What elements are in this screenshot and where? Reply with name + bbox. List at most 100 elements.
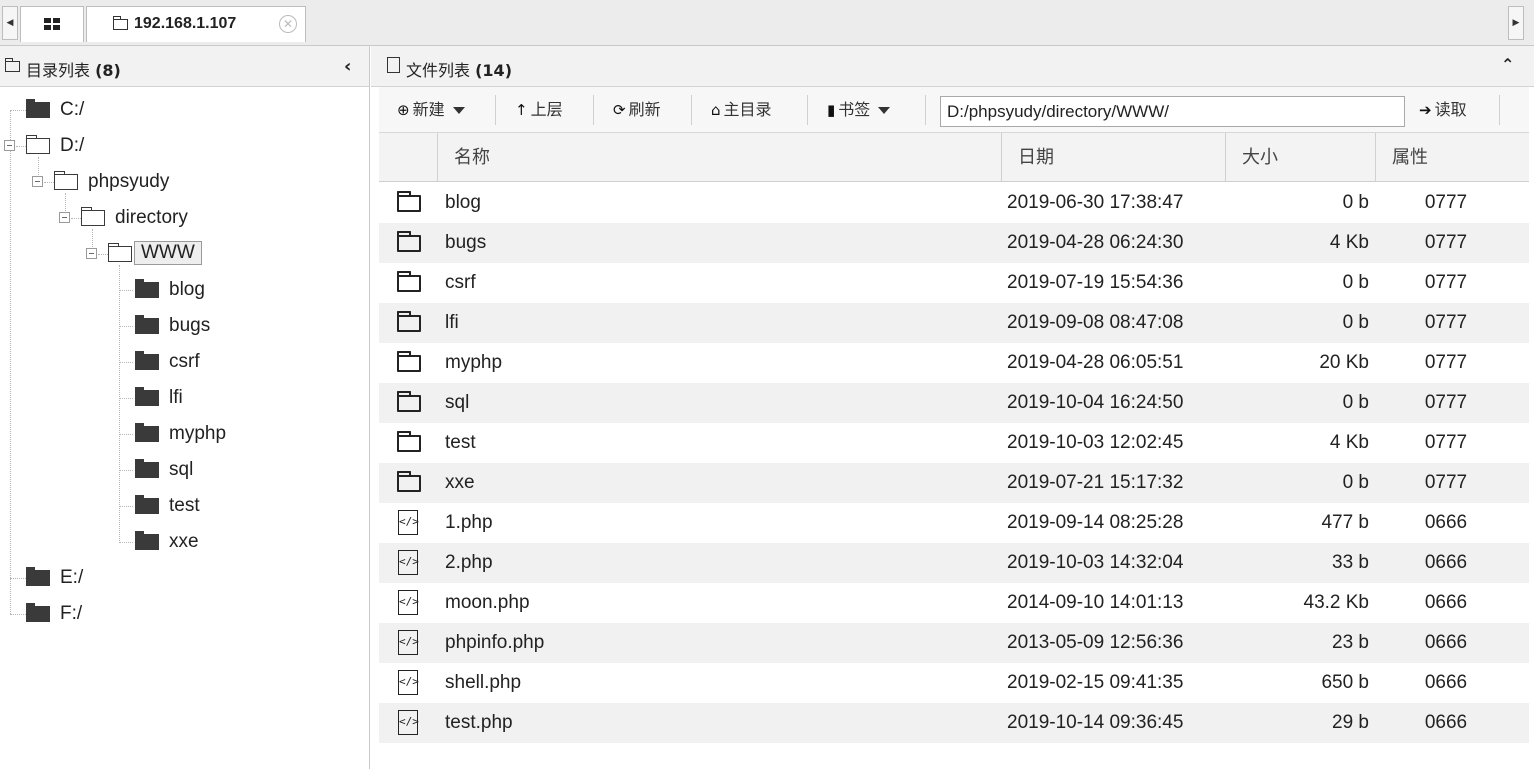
folder-icon <box>135 495 159 514</box>
tree-item-label: E:/ <box>60 567 84 588</box>
collapse-panel-button[interactable]: ‹ <box>344 56 351 77</box>
directory-panel-header: 目录列表 (8) ‹ <box>0 46 369 87</box>
file-row[interactable]: </> 2.php 2019-10-03 14:32:04 33 b 0666 <box>379 543 1529 583</box>
column-header-date[interactable]: 日期 <box>1001 133 1225 182</box>
tab-title: 192.168.1.107 <box>134 15 237 32</box>
file-date: 2019-10-03 14:32:04 <box>1007 552 1184 573</box>
folder-icon <box>26 567 50 586</box>
file-row[interactable]: sql 2019-10-04 16:24:50 0 b 0777 <box>379 383 1529 423</box>
tab-host[interactable]: 192.168.1.107 ✕ <box>86 6 306 42</box>
file-row[interactable]: xxe 2019-07-21 15:17:32 0 b 0777 <box>379 463 1529 503</box>
new-button[interactable]: ⊕ 新建 <box>397 95 465 125</box>
collapse-toggle-icon[interactable] <box>86 248 97 259</box>
tree-item-label: bugs <box>169 315 211 336</box>
home-dir-button[interactable]: ⌂ 主目录 <box>711 95 772 125</box>
file-list-panel: 文件列表 (14) ⌃ ⊕新建 ↑上层 ⟳刷新 ⌂主目录 ▮书签 ➔读取 名称 … <box>371 46 1534 769</box>
path-input[interactable] <box>940 96 1405 127</box>
new-button-label: 新建 <box>412 100 445 119</box>
collapse-toggle-icon[interactable] <box>4 140 15 151</box>
tree-item-c-drive[interactable]: C:/ <box>0 97 200 123</box>
file-attr: 0666 <box>1424 552 1468 573</box>
file-row[interactable]: </> test.php 2019-10-14 09:36:45 29 b 0666 <box>379 703 1529 743</box>
tree-item-label: csrf <box>169 351 200 372</box>
collapse-toggle-icon[interactable] <box>59 212 70 223</box>
up-level-label: 上层 <box>530 100 563 119</box>
file-name: xxe <box>445 472 475 493</box>
bookmark-button[interactable]: ▮ 书签 <box>827 95 891 125</box>
tree-item-e-drive[interactable]: E:/ <box>0 565 200 591</box>
tree-item-label: F:/ <box>60 603 83 624</box>
column-header-attr[interactable]: 属性 <box>1375 133 1529 182</box>
tree-item-f-drive[interactable]: F:/ <box>0 601 200 627</box>
file-row[interactable]: test 2019-10-03 12:02:45 4 Kb 0777 <box>379 423 1529 463</box>
file-row[interactable]: </> phpinfo.php 2013-05-09 12:56:36 23 b 066… <box>379 623 1529 663</box>
bookmark-label: 书签 <box>838 100 871 119</box>
file-attr: 0777 <box>1424 312 1468 333</box>
file-row[interactable]: lfi 2019-09-08 08:47:08 0 b 0777 <box>379 303 1529 343</box>
folder-icon <box>397 471 421 492</box>
tab-scroll-right-button[interactable]: ▶ <box>1508 6 1524 40</box>
file-size: 4 Kb <box>1329 432 1369 453</box>
file-date: 2019-06-30 17:38:47 <box>1007 192 1184 213</box>
folder-icon <box>397 351 421 372</box>
tree-item-csrf[interactable]: csrf <box>0 349 250 375</box>
tree-item-sql[interactable]: sql <box>0 457 250 483</box>
tree-item-label: myphp <box>169 423 227 444</box>
read-button[interactable]: ➔ 读取 <box>1419 95 1467 125</box>
tree-item-bugs[interactable]: bugs <box>0 313 250 339</box>
code-file-icon: </> <box>398 670 419 695</box>
column-header-size[interactable]: 大小 <box>1225 133 1375 182</box>
collapse-up-icon[interactable]: ⌃ <box>1501 55 1514 74</box>
file-size: 33 b <box>1332 552 1369 573</box>
up-level-button[interactable]: ↑ 上层 <box>515 95 563 125</box>
file-row[interactable]: </> moon.php 2014-09-10 14:01:13 43.2 Kb 066… <box>379 583 1529 623</box>
file-row[interactable]: csrf 2019-07-19 15:54:36 0 b 0777 <box>379 263 1529 303</box>
tree-item-lfi[interactable]: lfi <box>0 385 250 411</box>
refresh-button[interactable]: ⟳ 刷新 <box>613 95 661 125</box>
folder-open-icon <box>54 171 78 190</box>
file-icon <box>387 57 400 73</box>
tree-item-label: phpsyudy <box>88 171 170 192</box>
chevron-down-icon <box>452 107 465 114</box>
folder-icon <box>397 191 421 212</box>
tree-item-myphp[interactable]: myphp <box>0 421 250 447</box>
file-size: 0 b <box>1342 392 1369 413</box>
file-name: lfi <box>445 312 459 333</box>
tree-item-test[interactable]: test <box>0 493 250 519</box>
file-name: 2.php <box>445 552 493 573</box>
file-row[interactable]: bugs 2019-04-28 06:24:30 4 Kb 0777 <box>379 223 1529 263</box>
folder-icon <box>135 315 159 334</box>
tree-item-xxe[interactable]: xxe <box>0 529 250 555</box>
tree-item-directory[interactable]: directory <box>0 205 250 231</box>
tree-item-d-drive[interactable]: D:/ <box>0 133 200 159</box>
folder-icon <box>135 351 159 370</box>
plus-circle-icon: ⊕ <box>397 101 410 119</box>
file-name: phpinfo.php <box>445 632 545 653</box>
column-header-name[interactable]: 名称 <box>437 133 1001 182</box>
tab-scroll-left-button[interactable]: ◀ <box>2 6 18 40</box>
refresh-label: 刷新 <box>628 100 661 119</box>
file-row[interactable]: </> 1.php 2019-09-14 08:25:28 477 b 0666 <box>379 503 1529 543</box>
tree-item-phpsyudy[interactable]: phpsyudy <box>0 169 250 195</box>
arrow-up-icon: ↑ <box>515 101 528 119</box>
file-size: 0 b <box>1342 272 1369 293</box>
directory-tree: C:/ D:/ phpsyudy directory WWW blog bugs… <box>0 87 369 769</box>
file-row[interactable]: </> shell.php 2019-02-15 09:41:35 650 b 0666 <box>379 663 1529 703</box>
file-row[interactable]: myphp 2019-04-28 06:05:51 20 Kb 0777 <box>379 343 1529 383</box>
file-date: 2019-07-19 15:54:36 <box>1007 272 1184 293</box>
close-icon[interactable]: ✕ <box>279 15 297 33</box>
tree-item-www[interactable]: WWW <box>0 241 250 267</box>
folder-open-icon <box>108 243 132 262</box>
file-size: 29 b <box>1332 712 1369 733</box>
file-row[interactable]: blog 2019-06-30 17:38:47 0 b 0777 <box>379 183 1529 223</box>
folder-icon <box>397 431 421 452</box>
file-attr: 0666 <box>1424 672 1468 693</box>
tree-item-blog[interactable]: blog <box>0 277 250 303</box>
collapse-toggle-icon[interactable] <box>32 176 43 187</box>
arrow-right-icon: ➔ <box>1419 101 1432 119</box>
directory-panel: 目录列表 (8) ‹ C:/ D:/ phpsyudy directory WW… <box>0 46 370 769</box>
file-date: 2019-09-08 08:47:08 <box>1007 312 1184 333</box>
tab-home[interactable] <box>20 6 84 42</box>
file-name: moon.php <box>445 592 530 613</box>
file-list-header: 文件列表 (14) ⌃ <box>371 46 1534 87</box>
